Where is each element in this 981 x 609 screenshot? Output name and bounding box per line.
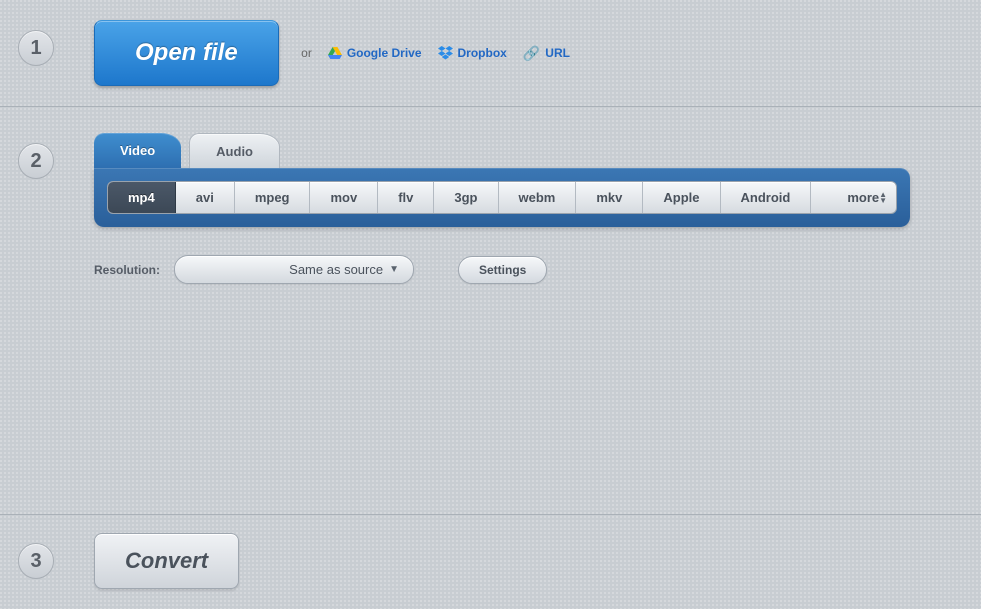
step-badge-2: 2 [18, 143, 54, 179]
options-row: Resolution: Same as source ▼ Settings [94, 255, 981, 284]
format-avi[interactable]: avi [176, 182, 235, 213]
dropbox-icon [438, 46, 453, 60]
resolution-label: Resolution: [94, 263, 160, 277]
format-android[interactable]: Android [721, 182, 812, 213]
step-3-content: Convert [94, 533, 981, 589]
tab-audio[interactable]: Audio [189, 133, 280, 168]
format-webm[interactable]: webm [499, 182, 577, 213]
or-label: or [301, 46, 312, 60]
format-more[interactable]: more ▲▼ [811, 182, 897, 213]
step-1-section: 1 Open file or Google Drive [0, 0, 981, 107]
format-3gp[interactable]: 3gp [434, 182, 498, 213]
format-flv[interactable]: flv [378, 182, 434, 213]
step-badge-3: 3 [18, 543, 54, 579]
url-label: URL [545, 46, 570, 60]
step-1-content: Open file or Google Drive [94, 20, 981, 86]
url-link[interactable]: 🔗 URL [523, 45, 570, 62]
format-more-label: more [847, 190, 879, 205]
format-apple[interactable]: Apple [643, 182, 720, 213]
dropbox-link[interactable]: Dropbox [438, 46, 507, 60]
dropbox-label: Dropbox [458, 46, 507, 60]
step-3-section: 3 Convert [0, 515, 981, 609]
stepper-icon: ▲▼ [879, 192, 887, 204]
resolution-dropdown[interactable]: Same as source ▼ [174, 255, 414, 284]
media-type-tabs: Video Audio [94, 133, 981, 168]
format-mov[interactable]: mov [310, 182, 378, 213]
google-drive-icon [328, 47, 342, 59]
format-bar: mp4 avi mpeg mov flv 3gp webm mkv Apple … [107, 181, 897, 214]
format-mkv[interactable]: mkv [576, 182, 643, 213]
resolution-value: Same as source [289, 262, 383, 277]
step-badge-1: 1 [18, 30, 54, 66]
step-2-section: 2 Video Audio mp4 avi mpeg mov flv 3gp w… [0, 107, 981, 515]
tab-video[interactable]: Video [94, 133, 181, 168]
convert-button[interactable]: Convert [94, 533, 239, 589]
google-drive-link[interactable]: Google Drive [328, 46, 422, 60]
source-alternatives: or Google Drive Dropbox [301, 45, 570, 62]
step-2-content: Video Audio mp4 avi mpeg mov flv 3gp web… [94, 133, 981, 284]
format-mp4[interactable]: mp4 [108, 182, 176, 213]
chevron-down-icon: ▼ [389, 264, 399, 275]
settings-button[interactable]: Settings [458, 256, 547, 284]
link-icon: 🔗 [523, 45, 540, 62]
open-file-button[interactable]: Open file [94, 20, 279, 86]
google-drive-label: Google Drive [347, 46, 422, 60]
format-mpeg[interactable]: mpeg [235, 182, 311, 213]
format-panel: mp4 avi mpeg mov flv 3gp webm mkv Apple … [94, 168, 910, 227]
